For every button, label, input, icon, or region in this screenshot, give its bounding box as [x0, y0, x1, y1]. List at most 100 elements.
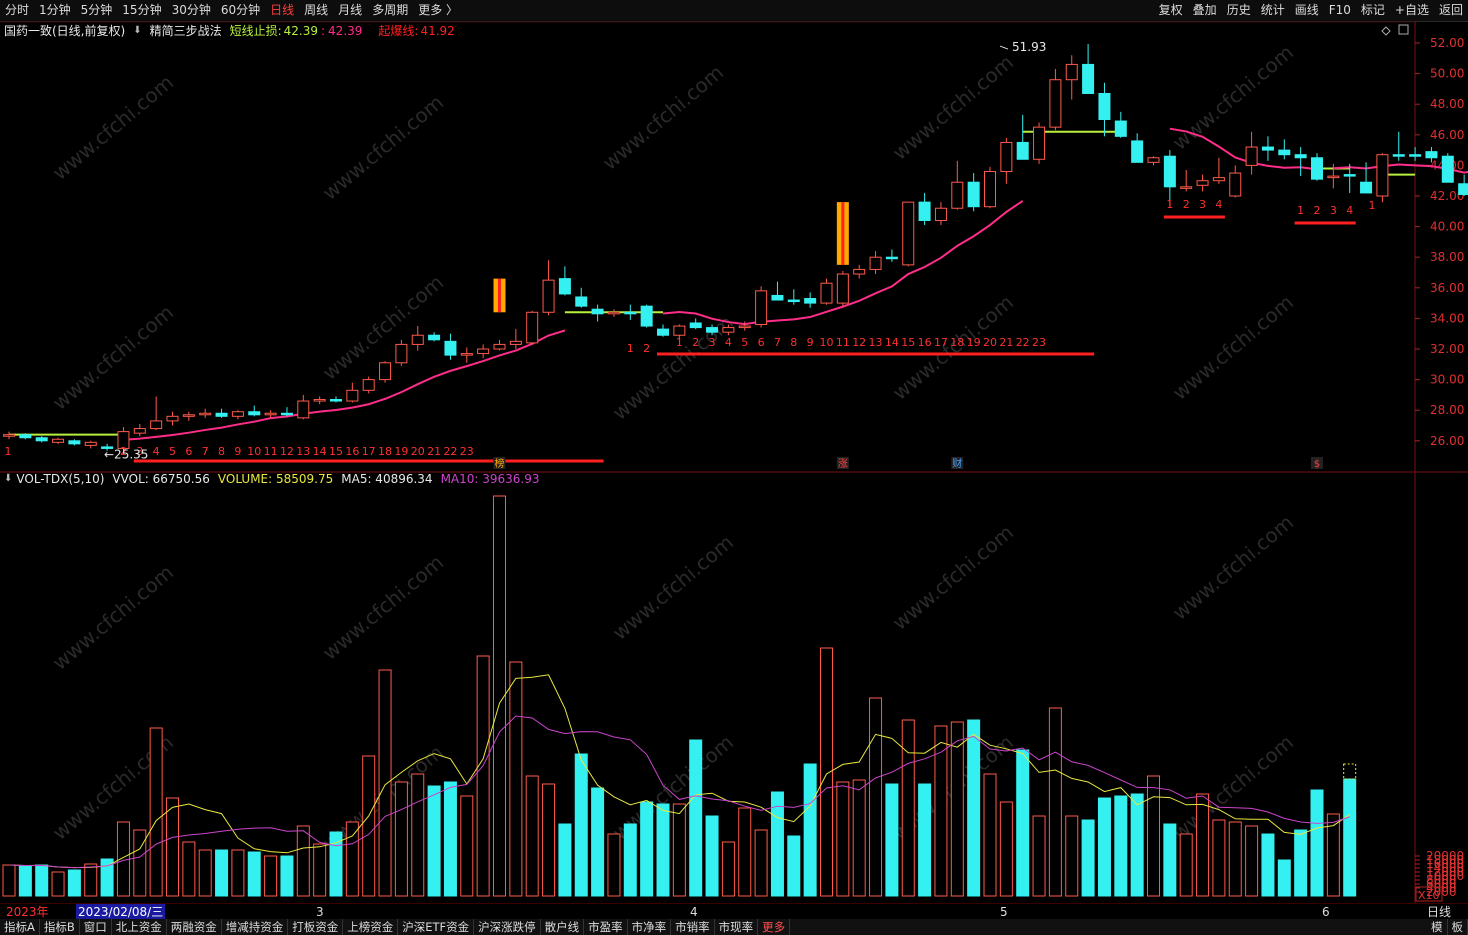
- volume-bar: [869, 697, 883, 897]
- indicator-tab[interactable]: 市盈率: [584, 919, 628, 935]
- candle-body: [836, 273, 849, 304]
- volume-bar: [1097, 797, 1111, 897]
- indicator-tab[interactable]: 市现率: [715, 919, 759, 935]
- count-label: 14: [885, 336, 899, 349]
- volume-bar: [509, 661, 523, 897]
- watermark: www.cfchi.com: [318, 550, 448, 665]
- price-tick-label: 26.00: [1430, 434, 1464, 448]
- diamond-icon: [1381, 26, 1391, 36]
- indicator-tab[interactable]: 窗口: [80, 919, 112, 935]
- top-toolbar: 分时 1分钟 5分钟 15分钟 30分钟 60分钟 日线 周线 月线 多周期 更多 〉 复权 叠加 历史统…: [0, 0, 1468, 22]
- count-label: 23: [1032, 336, 1046, 349]
- candle-body: [248, 411, 261, 416]
- period-tab[interactable]: 30分钟: [167, 0, 216, 21]
- candle-body: [1425, 151, 1438, 159]
- volume-bar: [574, 753, 588, 897]
- toolbar-button[interactable]: 标记: [1356, 0, 1390, 21]
- toolbar-button[interactable]: 画线: [1290, 0, 1324, 21]
- volume-bar: [1130, 793, 1144, 897]
- count-label: 1: [5, 445, 12, 458]
- candle-body: [885, 256, 898, 260]
- indicator-tab[interactable]: 北上资金: [112, 919, 167, 935]
- period-tab[interactable]: 分时: [0, 0, 34, 21]
- indicator-tab[interactable]: 沪深涨跌停: [474, 919, 541, 935]
- candle-body: [1016, 141, 1029, 160]
- indicator-tab[interactable]: 市净率: [628, 919, 672, 935]
- toolbar-button[interactable]: 复权: [1154, 0, 1188, 21]
- period-tab[interactable]: 更多 〉: [413, 0, 463, 21]
- indicator-tab[interactable]: 增减持资金: [222, 919, 289, 935]
- indicator-tab[interactable]: 更多: [758, 919, 791, 935]
- count-label: 3: [1199, 198, 1206, 211]
- candle-body: [19, 434, 32, 439]
- template-tab[interactable]: 板: [1448, 919, 1468, 935]
- toolbar-button[interactable]: 历史: [1222, 0, 1256, 21]
- period-tab[interactable]: 5分钟: [76, 0, 118, 21]
- indicator-tab[interactable]: 两融资金: [167, 919, 222, 935]
- period-tab[interactable]: 周线: [299, 0, 333, 21]
- toolbar-button[interactable]: 统计: [1256, 0, 1290, 21]
- candle-body: [231, 411, 244, 417]
- candle-body: [509, 340, 522, 345]
- indicator-tab[interactable]: 指标B: [40, 919, 80, 935]
- price-tick-label: 28.00: [1430, 403, 1464, 417]
- volume-bar: [689, 739, 703, 897]
- high-pointer: [999, 45, 1009, 50]
- volume-bar: [476, 655, 490, 897]
- candle-body: [1261, 146, 1274, 151]
- template-tab[interactable]: 模: [1427, 919, 1448, 935]
- candle-body: [722, 327, 735, 333]
- count-label: 22: [1016, 336, 1030, 349]
- volume-bar: [18, 865, 32, 897]
- indicator-tab[interactable]: 沪深ETF资金: [398, 919, 475, 935]
- indicator-tab[interactable]: 指标A: [0, 919, 40, 935]
- month-label: 4: [690, 905, 698, 919]
- candle-body: [460, 353, 473, 356]
- period-tab[interactable]: 月线: [333, 0, 367, 21]
- volume-bar: [607, 833, 621, 897]
- indicator-tab[interactable]: 上榜资金: [343, 919, 399, 935]
- candle-body: [1180, 186, 1193, 189]
- toolbar-button[interactable]: 叠加: [1188, 0, 1222, 21]
- period-tab[interactable]: 日线: [265, 0, 299, 21]
- candle-body: [1458, 183, 1468, 195]
- candle-body: [264, 412, 277, 416]
- watermark: www.cfchi.com: [48, 70, 178, 185]
- volume-bar: [198, 849, 212, 897]
- marker-label: $: [1314, 459, 1320, 470]
- volume-bar: [656, 803, 670, 897]
- candle-body: [967, 181, 980, 208]
- period-tab[interactable]: 60分钟: [216, 0, 265, 21]
- candle-body: [526, 311, 539, 344]
- candle-body: [1212, 177, 1225, 182]
- watermark: www.cfchi.com: [1168, 40, 1298, 155]
- toolbar-button[interactable]: 返回: [1434, 0, 1468, 21]
- candle-body: [575, 296, 588, 307]
- toolbar-button[interactable]: +自选: [1390, 0, 1434, 21]
- volume-bar: [591, 787, 605, 897]
- selected-date: 2023/02/08/三: [76, 904, 166, 920]
- indicator-tab[interactable]: 打板资金: [288, 919, 344, 935]
- indicator-tab[interactable]: 散户线: [541, 919, 585, 935]
- candle-body: [902, 201, 915, 266]
- candle-body: [853, 268, 866, 275]
- volume-bar: [329, 831, 343, 897]
- volume-bar: [394, 781, 408, 897]
- volume-bar: [1065, 815, 1079, 897]
- period-tab[interactable]: 15分钟: [117, 0, 166, 21]
- volume-bar: [1245, 825, 1259, 897]
- toolbar-button[interactable]: F10: [1324, 0, 1356, 21]
- year-label: 2023年: [6, 905, 49, 919]
- count-label: 15: [329, 445, 343, 458]
- volume-bar: [215, 849, 229, 897]
- indicator-tab[interactable]: 市销率: [671, 919, 715, 935]
- period-tab[interactable]: 1分钟: [34, 0, 76, 21]
- candle-body: [395, 343, 408, 364]
- chart-canvas[interactable]: www.cfchi.com www.cfchi.com www.cfchi.com w…: [0, 21, 1468, 903]
- candle-body: [52, 438, 65, 443]
- count-label: 2: [692, 336, 699, 349]
- volume-bar: [640, 801, 654, 897]
- volume-bar: [1048, 707, 1062, 897]
- volume-bar: [1179, 833, 1193, 897]
- period-tab[interactable]: 多周期: [367, 0, 413, 21]
